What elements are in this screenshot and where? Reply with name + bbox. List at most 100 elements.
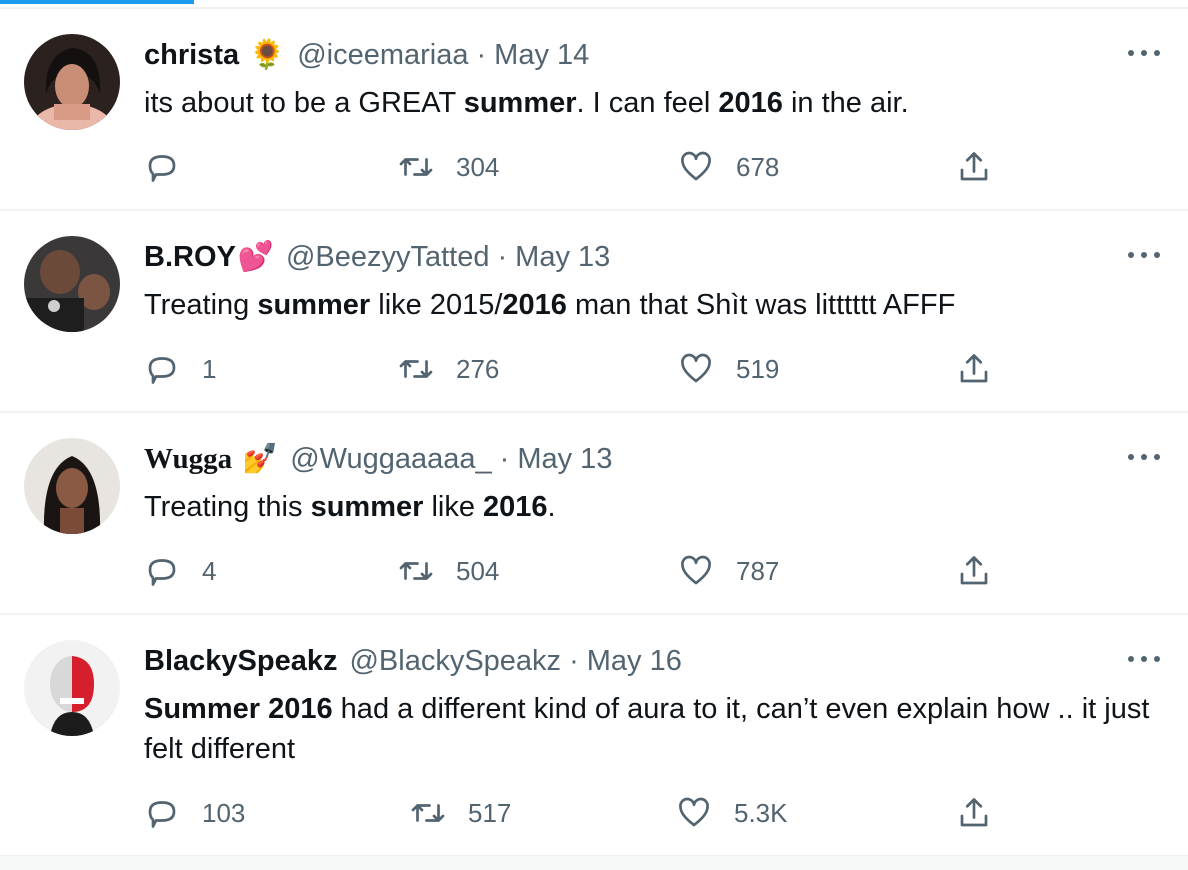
like-button[interactable]: 678: [678, 147, 779, 187]
tweet-header: B.ROY 💕 @BeezyyTatted · May 13: [144, 239, 610, 275]
reply-button[interactable]: [144, 147, 202, 187]
tweet-text: Summer 2016 had a different kind of aura…: [144, 689, 1154, 769]
display-name[interactable]: Wugga: [144, 443, 232, 476]
user-handle[interactable]: @BeezyyTatted: [286, 241, 490, 274]
text-part: summer: [257, 289, 371, 321]
text-part: . I can feel: [576, 87, 719, 119]
like-count: 5.3K: [734, 797, 788, 828]
reply-icon: [148, 801, 176, 828]
tweet-header: Wugga 💅 @Wuggaaaaa_ · May 13: [144, 441, 612, 477]
retweet-icon: [399, 562, 433, 580]
share-icon: [960, 152, 988, 181]
text-part: 2016: [502, 289, 567, 321]
text-part: summer: [310, 491, 424, 523]
avatar[interactable]: [24, 640, 120, 736]
tweet-text: Treating this summer like 2016.: [144, 487, 1154, 527]
reply-button[interactable]: 103: [144, 793, 245, 833]
avatar[interactable]: [24, 34, 120, 130]
like-count: 678: [736, 151, 780, 182]
hearts-icon: 💕: [237, 241, 274, 273]
retweet-count: 276: [456, 353, 500, 384]
retweet-button[interactable]: 517: [410, 793, 511, 833]
text-part: like 2015/: [370, 289, 503, 321]
text-part: Treating this: [144, 491, 311, 523]
like-button[interactable]: 5.3K: [676, 793, 788, 833]
tweet-header: BlackySpeakz @BlackySpeakz · May 16: [144, 643, 682, 679]
tweet-actions: 4 504 787: [144, 551, 1044, 591]
user-handle[interactable]: @Wuggaaaaa_: [290, 443, 491, 476]
display-name[interactable]: christa: [144, 39, 239, 72]
tweet-date[interactable]: May 14: [494, 39, 589, 72]
heart-icon: [681, 555, 711, 585]
separator-dot: ·: [497, 240, 508, 273]
reply-button[interactable]: 1: [144, 349, 216, 389]
more-icon[interactable]: [1124, 243, 1164, 267]
text-part: .: [547, 491, 556, 523]
share-icon: [960, 354, 988, 383]
share-button[interactable]: [956, 551, 992, 591]
heart-icon: [681, 353, 711, 383]
tweet-actions: 103 517 5.3K: [144, 793, 1044, 833]
text-part: its about to be a GREAT: [144, 87, 464, 119]
reply-icon: [148, 155, 176, 182]
separator-dot: ·: [569, 644, 579, 677]
text-part: summer: [463, 87, 577, 119]
heart-icon: [681, 151, 711, 181]
retweet-icon: [399, 158, 433, 176]
timeline-footer: [0, 856, 1188, 870]
reply-icon: [148, 559, 176, 586]
reply-button[interactable]: 4: [144, 551, 216, 591]
active-tab-indicator: [0, 0, 194, 4]
user-handle[interactable]: @BlackySpeakz: [349, 645, 561, 678]
more-icon[interactable]: [1124, 647, 1164, 671]
separator-dot: ·: [476, 38, 487, 71]
more-icon[interactable]: [1124, 41, 1164, 65]
tweet-text: Treating summer like 2015/2016 man that …: [144, 285, 1154, 325]
tweet[interactable]: B.ROY 💕 @BeezyyTatted · May 13 Treating …: [0, 211, 1188, 413]
retweet-button[interactable]: 504: [398, 551, 499, 591]
reply-count: 1: [202, 353, 217, 384]
tweet-actions: 1 276 519: [144, 349, 1044, 389]
retweet-button[interactable]: 304: [398, 147, 499, 187]
like-button[interactable]: 787: [678, 551, 779, 591]
share-icon: [960, 798, 988, 827]
separator-dot: ·: [499, 442, 510, 475]
tweet-date[interactable]: May 13: [515, 241, 610, 274]
retweet-count: 504: [456, 555, 500, 586]
like-count: 787: [736, 555, 780, 586]
text-part: man that Shìt was litttttt AFFF: [566, 289, 956, 321]
more-icon[interactable]: [1124, 445, 1164, 469]
like-button[interactable]: 519: [678, 349, 779, 389]
text-part: Summer 2016: [144, 693, 333, 725]
tweet[interactable]: Wugga 💅 @Wuggaaaaa_ · May 13 Treating th…: [0, 413, 1188, 615]
tweet-text: its about to be a GREAT summer. I can fe…: [144, 83, 1154, 123]
reply-count: 103: [202, 797, 246, 828]
display-name[interactable]: BlackySpeakz: [144, 645, 337, 678]
display-name[interactable]: B.ROY: [144, 241, 236, 274]
text-part: 2016: [483, 491, 548, 523]
text-part: 2016: [718, 87, 783, 119]
retweet-count: 517: [468, 797, 512, 828]
text-part: like: [423, 491, 484, 523]
share-button[interactable]: [956, 793, 992, 833]
tweet-date[interactable]: May 13: [517, 443, 612, 476]
reply-count: 4: [202, 555, 217, 586]
share-button[interactable]: [956, 147, 992, 187]
heart-icon: [679, 797, 709, 827]
timeline: christa 🌻 @iceemariaa · May 14 its about…: [0, 9, 1188, 857]
tweet[interactable]: christa 🌻 @iceemariaa · May 14 its about…: [0, 9, 1188, 211]
user-handle[interactable]: @iceemariaa: [297, 39, 468, 72]
tweet-date[interactable]: May 16: [587, 645, 682, 678]
avatar[interactable]: [24, 236, 120, 332]
retweet-icon: [399, 360, 433, 378]
retweet-count: 304: [456, 151, 500, 182]
share-button[interactable]: [956, 349, 992, 389]
text-part: in the air.: [782, 87, 909, 119]
tweet-actions: 304 678: [144, 147, 1044, 187]
tweet-header: christa 🌻 @iceemariaa · May 14: [144, 37, 589, 73]
reply-icon: [148, 357, 176, 384]
retweet-button[interactable]: 276: [398, 349, 499, 389]
text-part: Treating: [144, 289, 258, 321]
tweet[interactable]: BlackySpeakz @BlackySpeakz · May 16 Summ…: [0, 615, 1188, 857]
avatar[interactable]: [24, 438, 120, 534]
